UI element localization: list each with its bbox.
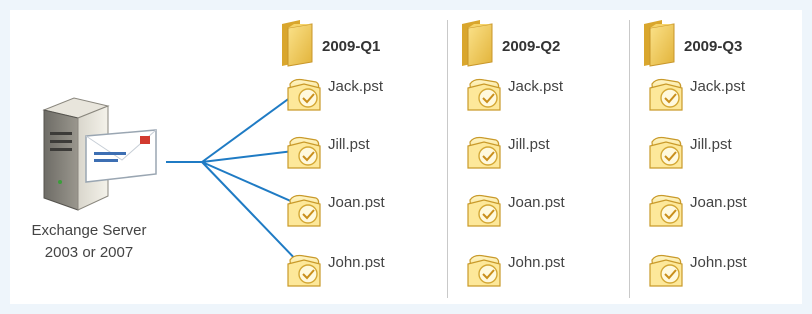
folder-title: 2009-Q3 [684,38,743,55]
outlook-pst-icon [646,132,686,177]
folder-header[interactable]: 2009-Q2 [458,18,658,68]
outlook-pst-icon [284,190,324,235]
pst-file-item[interactable]: Jill.pst [646,132,806,172]
outlook-pst-icon [464,250,504,295]
pst-file-item[interactable]: Joan.pst [464,190,624,230]
folder-header[interactable]: 2009-Q3 [640,18,812,68]
pst-file-item[interactable]: Joan.pst [284,190,444,230]
pst-file-name: John.pst [328,254,385,271]
outlook-pst-icon [464,132,504,177]
folder-icon [278,18,318,73]
pst-file-name: John.pst [690,254,747,271]
outlook-pst-icon [464,74,504,119]
quarter-column: 2009-Q2 Jack.pst Jill.pst Joan.pst John.… [458,0,618,314]
pst-file-name: Jack.pst [508,78,564,95]
folder-icon [458,18,498,73]
pst-file-item[interactable]: John.pst [284,250,444,290]
pst-file-item[interactable]: Jill.pst [284,132,444,172]
pst-file-item[interactable]: Jack.pst [646,74,806,114]
pst-file-name: Jill.pst [328,136,370,153]
pst-file-name: Joan.pst [328,194,385,211]
pst-file-item[interactable]: John.pst [646,250,806,290]
folder-header[interactable]: 2009-Q1 [278,18,478,68]
outlook-pst-icon [646,74,686,119]
outlook-pst-icon [646,250,686,295]
pst-file-name: Jack.pst [328,78,384,95]
outlook-pst-icon [464,190,504,235]
pst-file-name: Jill.pst [690,136,732,153]
pst-file-item[interactable]: Jack.pst [284,74,444,114]
outlook-pst-icon [284,74,324,119]
folder-title: 2009-Q1 [322,38,381,55]
pst-file-name: Jill.pst [508,136,550,153]
pst-file-name: Joan.pst [508,194,565,211]
folder-title: 2009-Q2 [502,38,561,55]
outlook-pst-icon [284,132,324,177]
pst-file-name: Jack.pst [690,78,746,95]
pst-file-item[interactable]: Jack.pst [464,74,624,114]
pst-file-item[interactable]: John.pst [464,250,624,290]
outlook-pst-icon [284,250,324,295]
pst-file-name: Joan.pst [690,194,747,211]
pst-file-name: John.pst [508,254,565,271]
pst-file-item[interactable]: Jill.pst [464,132,624,172]
outlook-pst-icon [646,190,686,235]
pst-file-item[interactable]: Joan.pst [646,190,806,230]
quarter-column: 2009-Q3 Jack.pst Jill.pst Joan.pst John.… [640,0,800,314]
folder-icon [640,18,680,73]
quarter-column: 2009-Q1 Jack.pst Jill.pst Joan.pst John.… [278,0,438,314]
